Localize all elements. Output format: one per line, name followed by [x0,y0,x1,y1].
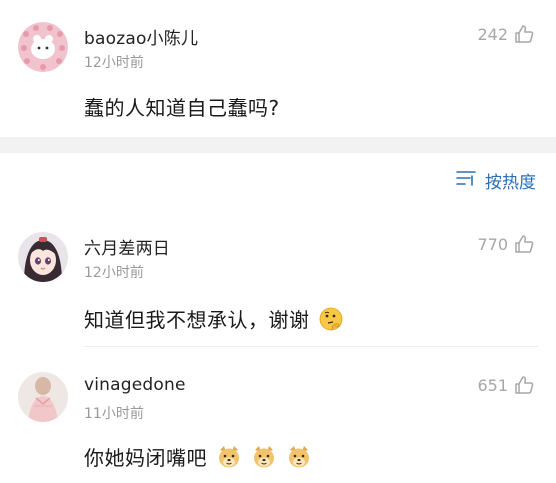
timestamp: 12小时前 [84,265,144,281]
like-count: 651 [477,375,508,395]
comment-text: 蠢的人知道自己蠢吗? [84,96,280,120]
comment-text: 你她妈闭嘴吧 [84,442,312,475]
avatar[interactable] [18,232,68,282]
thumbs-up-icon [514,24,534,44]
top-comment: baozao小陈儿 12小时前 242 蠢的人知道自己蠢吗? [0,0,556,137]
comments-screen: baozao小陈儿 12小时前 242 蠢的人知道自己蠢吗? 按热度 六月差两日… [0,0,556,483]
section-divider [0,137,556,153]
comment-text-content: 你她妈闭嘴吧 [84,446,207,470]
thinking-face-icon [318,306,344,337]
username[interactable]: 六月差两日 [84,234,170,259]
like-button[interactable]: 242 [477,24,534,44]
sort-lines-icon [455,169,477,192]
username[interactable]: vinagedone [84,375,186,395]
doge-face-icon [286,444,312,475]
like-button[interactable]: 770 [477,234,534,254]
timestamp: 12小时前 [84,55,144,71]
like-button[interactable]: 651 [477,375,534,395]
like-count: 770 [477,234,508,254]
thumbs-up-icon [514,375,534,395]
avatar[interactable] [18,372,68,422]
list-item: vinagedone 11小时前 651 你她妈闭嘴吧 [0,360,556,483]
doge-face-icon [216,444,242,475]
timestamp: 11小时前 [84,406,144,422]
sort-button[interactable]: 按热度 [455,168,536,193]
like-count: 242 [477,24,508,44]
doge-face-icon [251,444,277,475]
username[interactable]: baozao小陈儿 [84,24,198,49]
avatar[interactable] [18,22,68,72]
sort-label: 按热度 [485,173,536,193]
list-item: 六月差两日 12小时前 770 知道但我不想承认，谢谢 [0,220,556,347]
thumbs-up-icon [514,234,534,254]
comment-text-content: 知道但我不想承认，谢谢 [84,308,310,332]
divider [84,346,538,347]
comment-text: 知道但我不想承认，谢谢 [84,304,344,337]
